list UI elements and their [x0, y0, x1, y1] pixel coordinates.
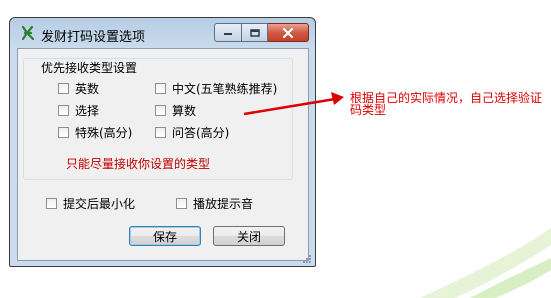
annotation-arrow-icon [243, 92, 344, 116]
annotation-text: 根据自己的实际情况，自己选择验证码类型 [350, 91, 543, 117]
